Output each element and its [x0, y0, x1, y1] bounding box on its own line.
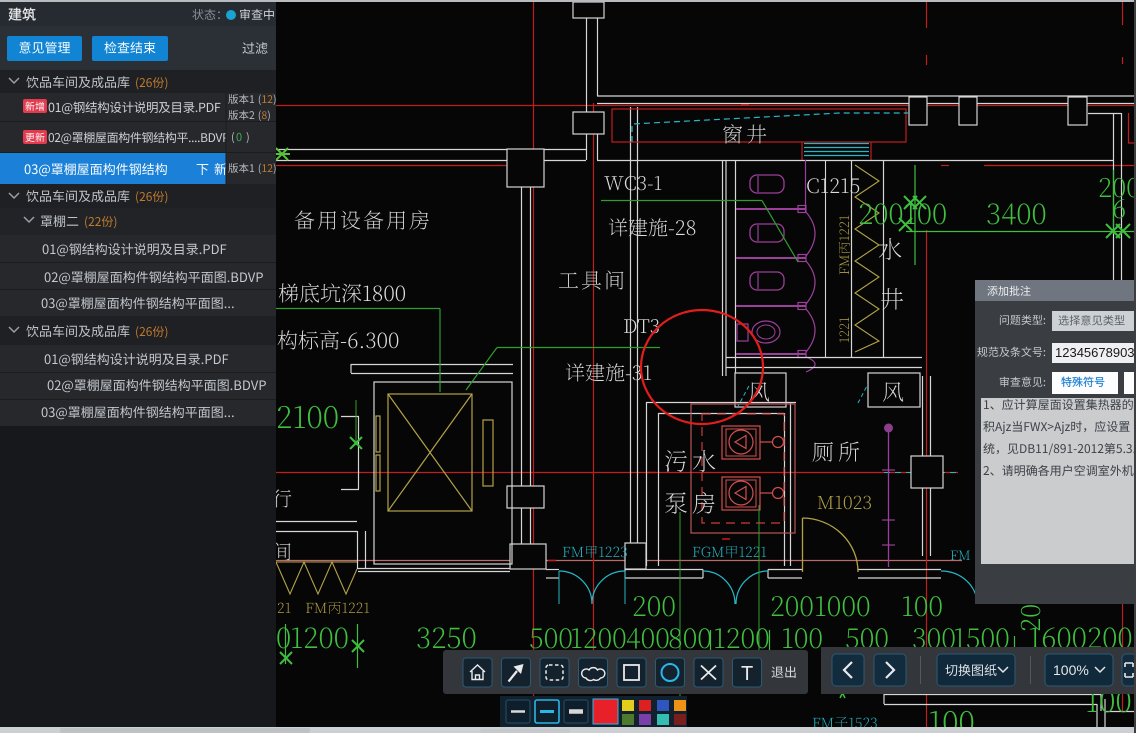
svg-text:1234567890345: 1234567890345: [1055, 345, 1136, 360]
svg-text:100%: 100%: [1053, 662, 1089, 678]
svg-text:T: T: [741, 663, 753, 685]
